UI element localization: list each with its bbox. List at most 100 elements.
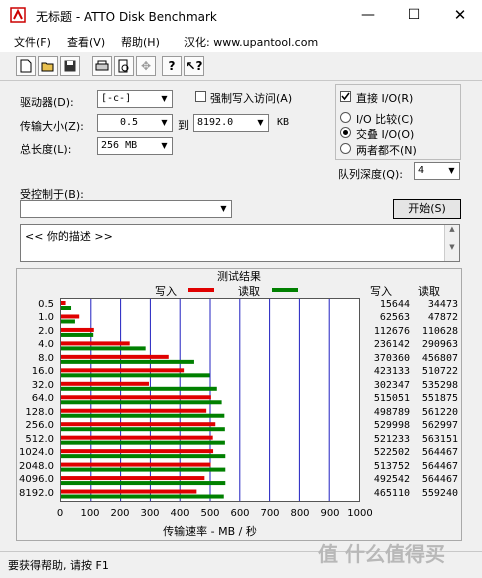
move-icon[interactable]: ✥ [136,56,156,76]
transfer-size-label: 传输大小(Z): [20,120,84,133]
close-button[interactable]: ✕ [437,0,482,30]
chevron-down-icon: ▼ [161,141,168,150]
write-bar [61,462,211,467]
write-bar [61,449,214,454]
write-bar [61,368,185,373]
y-axis-labels: 0.5 1.0 2.0 4.0 8.0 16.0 32.0 64.0 128.0 256.0 512… [16,298,58,502]
write-bar [61,381,149,386]
y-tick-label: 1024.0 [19,447,54,459]
help-icon[interactable]: ? [162,56,182,76]
open-folder-icon[interactable] [38,56,58,76]
read-value: 290963 [421,339,458,351]
read-value: 110628 [421,325,458,337]
read-value: 456807 [421,352,458,364]
new-file-icon[interactable] [16,56,36,76]
chevron-down-icon: ▼ [161,118,168,127]
read-value: 34473 [427,299,458,310]
force-write-checkbox[interactable] [195,91,206,102]
y-tick-label: 512.0 [25,433,54,445]
to-label: 到 [178,119,189,132]
read-value: 535298 [421,379,458,391]
read-value: 47872 [427,312,458,324]
queue-depth-value: 4 [418,165,425,176]
y-tick-label: 128.0 [25,406,54,418]
write-value: 515051 [373,393,410,405]
y-tick-label: 8.0 [38,352,54,364]
watermark: 值 什么值得买 [318,542,445,566]
minimize-button[interactable]: — [345,0,391,30]
write-bar [61,489,197,494]
write-value: 498789 [373,406,410,418]
write-value: 15644 [379,299,410,310]
direct-io-checkbox[interactable] [340,91,351,102]
read-bar [61,440,225,445]
write-bar [61,422,216,427]
neither-radio[interactable] [340,143,351,154]
write-bar [61,327,94,332]
save-icon[interactable] [60,56,80,76]
menu-view[interactable]: 查看(V) [67,34,105,50]
total-length-label: 总长度(L): [20,143,72,156]
transfer-to-select[interactable]: 8192.0 ▼ [193,114,269,132]
read-bar [61,373,210,378]
description-scrollbar[interactable]: ▲ ▼ [444,225,459,261]
write-value: 513752 [373,460,410,472]
chevron-down-icon: ▼ [257,118,264,127]
y-tick-label: 4096.0 [19,474,54,486]
read-bar [61,386,217,391]
read-bar [61,359,194,364]
read-bar [61,332,94,337]
context-help-icon[interactable]: ↖? [184,56,204,76]
neither-label: 两者都不(N) [356,144,417,157]
transfer-from-select[interactable]: 0.5 ▼ [97,114,173,132]
controlled-by-select[interactable]: ▼ [20,200,232,218]
read-bar [61,427,225,432]
write-bar [61,301,66,305]
total-length-select[interactable]: 256 MB ▼ [97,137,173,155]
read-bar [61,306,72,310]
menu-help[interactable]: 帮助(H) [121,34,160,50]
menu-localization[interactable]: 汉化: www.upantool.com [184,34,318,50]
write-value: 236142 [373,339,410,351]
read-bar [61,454,226,459]
write-value: 62563 [379,312,410,324]
read-value: 551875 [421,393,458,405]
description-box[interactable]: << 你的描述 >> ▲ ▼ [20,224,460,262]
start-button-label: 开始(S) [408,202,446,215]
read-bar [61,346,146,351]
y-tick-label: 32.0 [31,379,54,391]
queue-depth-select[interactable]: 4 ▼ [414,162,460,180]
write-value: 521233 [373,433,410,445]
write-value: 465110 [373,487,410,499]
write-bar [61,408,207,413]
print-icon[interactable] [92,56,112,76]
chart-plot-area [60,298,360,502]
overlap-io-radio[interactable] [340,127,351,138]
drive-select[interactable]: [-c-] ▼ [97,90,173,108]
read-value: 564467 [421,460,458,472]
read-value: 563151 [421,433,458,445]
write-bar [61,435,213,440]
y-tick-label: 2048.0 [19,460,54,472]
write-value: 529998 [373,420,410,432]
write-value: 492542 [373,474,410,486]
y-tick-label: 4.0 [38,339,54,351]
app-icon [10,7,26,23]
y-tick-label: 8192.0 [19,487,54,499]
io-compare-radio[interactable] [340,112,351,123]
start-button[interactable]: 开始(S) [393,199,461,219]
kb-label: KB [277,117,290,128]
drive-label: 驱动器(D): [20,96,74,109]
menu-file[interactable]: 文件(F) [14,34,51,50]
write-bar [61,341,130,346]
write-bar [61,314,80,319]
y-tick-label: 16.0 [31,366,54,378]
scroll-up-icon[interactable]: ▲ [445,225,459,233]
read-value: 562997 [421,420,458,432]
maximize-button[interactable]: ☐ [391,0,437,30]
description-text: << 你的描述 >> [25,230,113,243]
print-preview-icon[interactable] [114,56,134,76]
scroll-down-icon[interactable]: ▼ [445,243,459,251]
read-value: 564467 [421,447,458,459]
write-legend-swatch [188,288,214,292]
